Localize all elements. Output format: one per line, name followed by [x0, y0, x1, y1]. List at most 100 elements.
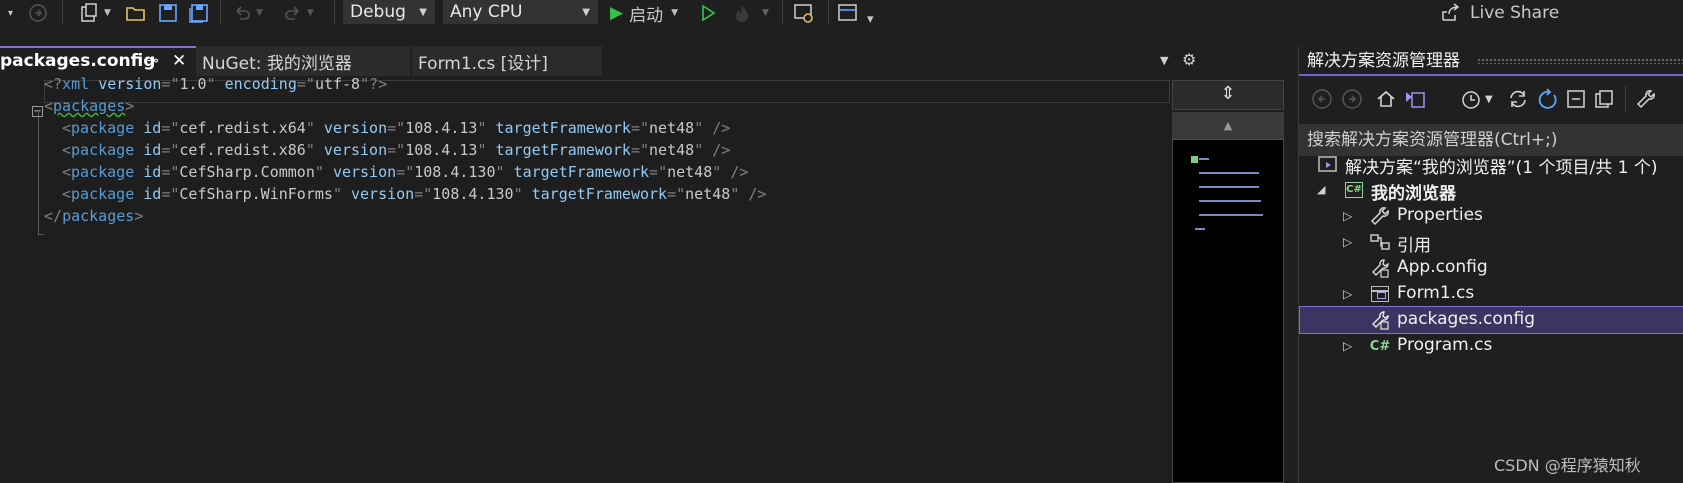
minimap-line: [1199, 200, 1261, 202]
tab-label: packages.config: [0, 51, 156, 71]
collapsed-arrow-icon[interactable]: ▷: [1343, 287, 1352, 301]
tree-item-label: 引用: [1397, 236, 1431, 256]
tree-item-label: Properties: [1397, 205, 1483, 225]
csharp-project-icon: C#: [1343, 179, 1365, 201]
solution-explorer-title[interactable]: 解决方案资源管理器: [1299, 46, 1683, 76]
solution-explorer-toolbar: ▼: [1299, 78, 1683, 122]
panel-splitter[interactable]: [1286, 46, 1298, 483]
refresh-icon[interactable]: [1537, 88, 1559, 116]
code-lines: <?xml version="1.0" encoding="utf-8"?> <…: [0, 75, 766, 364]
chevron-down-icon: ▼: [762, 8, 769, 18]
show-all-files-icon[interactable]: [1593, 88, 1615, 116]
code-line: <package id="cef.redist.x64" version="10…: [62, 119, 731, 137]
new-project-button[interactable]: ▼: [78, 0, 111, 26]
chevron-down-icon: ▼: [1160, 54, 1169, 67]
tab-settings-button[interactable]: ⚙: [1182, 50, 1196, 69]
undo-button[interactable]: ▼: [232, 0, 263, 26]
redo-button[interactable]: ▼: [283, 0, 314, 26]
start-label: 启动: [629, 5, 664, 26]
tab-label: NuGet: 我的浏览器: [202, 53, 352, 74]
search-placeholder: 搜索解决方案资源管理器(Ctrl+;): [1307, 130, 1558, 150]
toolbar-separator: [782, 0, 783, 24]
tab-list-dropdown[interactable]: ▼: [1160, 54, 1168, 67]
minimap-line: [1199, 172, 1259, 174]
references-icon: [1369, 231, 1391, 253]
back-icon[interactable]: [1311, 88, 1333, 116]
tree-item-program[interactable]: ▷ C# Program.cs: [1299, 332, 1683, 360]
chevron-down-icon: ▼: [671, 8, 678, 18]
switch-views-icon[interactable]: [1403, 88, 1427, 116]
start-without-debugging-button[interactable]: [699, 0, 717, 26]
tree-item-references[interactable]: ▷ 引用: [1299, 228, 1683, 256]
navigate-forward-button[interactable]: [28, 0, 48, 26]
tree-item-packages-config[interactable]: packages.config: [1299, 306, 1683, 334]
minimap-line: [1195, 228, 1205, 230]
forward-icon[interactable]: [1341, 88, 1363, 116]
minimap-line: [1199, 186, 1259, 188]
close-icon[interactable]: ✕: [172, 51, 186, 71]
tab-label: Form1.cs [设计]: [418, 53, 548, 74]
hot-reload-button[interactable]: ▼: [732, 0, 769, 26]
layout-button[interactable]: [837, 0, 859, 26]
tree-item-project[interactable]: ◢ C# 我的浏览器: [1299, 176, 1683, 204]
browser-link-button[interactable]: [793, 0, 815, 26]
tree-item-label: 我的浏览器: [1371, 184, 1456, 204]
save-button[interactable]: [158, 0, 178, 26]
tree-item-properties[interactable]: ▷ Properties: [1299, 202, 1683, 230]
collapsed-arrow-icon[interactable]: ▷: [1343, 339, 1352, 353]
toolbar-separator: [334, 0, 335, 24]
code-minimap[interactable]: [1172, 139, 1284, 483]
drag-grip: [1477, 58, 1683, 64]
tree-item-label: App.config: [1397, 257, 1488, 277]
arrow-up-icon: ▲: [1223, 119, 1233, 132]
form-icon: [1369, 283, 1391, 305]
collapsed-arrow-icon[interactable]: ▷: [1343, 235, 1352, 249]
outline-guide-end: [38, 234, 44, 235]
configuration-value: Debug: [350, 2, 406, 22]
split-handle-icon: ⇕: [1220, 83, 1236, 104]
tree-item-app-config[interactable]: App.config: [1299, 254, 1683, 282]
expanded-arrow-icon[interactable]: ◢: [1317, 183, 1325, 196]
start-debugging-button[interactable]: ▶ 启动 ▼: [610, 0, 678, 26]
main-toolbar: ▾ ▼ ▼ ▼ Debug ▼ Any CPU ▼ ▶ 启动 ▼ ▼ ▾ Liv…: [0, 0, 1683, 44]
tree-item-solution[interactable]: 解决方案“我的浏览器”(1 个项目/共 1 个): [1299, 150, 1683, 178]
pending-changes-filter-icon[interactable]: [1459, 88, 1483, 116]
toolbar-separator: [1625, 86, 1626, 112]
toolbar-options-dropdown[interactable]: ▾: [867, 6, 874, 32]
live-share-button[interactable]: Live Share: [1440, 0, 1559, 26]
tree-item-form1[interactable]: ▷ Form1.cs: [1299, 280, 1683, 308]
collapsed-arrow-icon[interactable]: ▷: [1343, 209, 1352, 223]
solution-configuration-combo[interactable]: Debug ▼: [343, 0, 435, 24]
pin-icon[interactable]: ⊸: [147, 53, 159, 69]
properties-wrench-icon[interactable]: [1635, 88, 1657, 116]
sync-icon[interactable]: [1507, 88, 1529, 116]
open-folder-icon: [126, 7, 145, 21]
split-editor-button[interactable]: ⇕: [1172, 80, 1284, 110]
collapse-all-icon[interactable]: [1565, 88, 1587, 116]
solution-platform-combo[interactable]: Any CPU ▼: [443, 0, 598, 24]
toolbar-separator: [828, 0, 829, 24]
home-icon[interactable]: [1375, 88, 1397, 116]
chevron-down-icon[interactable]: ▼: [1485, 94, 1493, 105]
chevron-down-icon: ▾: [867, 11, 874, 27]
wrench-icon: [1369, 205, 1391, 227]
gear-icon: ⚙: [1182, 50, 1197, 69]
chevron-down-icon: ▼: [307, 8, 314, 18]
code-line: <package id="CefSharp.Common" version="1…: [62, 163, 749, 181]
new-item-icon: [81, 3, 97, 22]
platform-value: Any CPU: [450, 2, 523, 22]
share-icon: [1442, 3, 1460, 21]
toolbar-separator: [220, 0, 221, 24]
toolbar-overflow-dropdown[interactable]: ▾: [8, 0, 13, 26]
code-line: <packages>: [44, 97, 135, 115]
scroll-up-button[interactable]: ▲: [1172, 112, 1284, 139]
code-editor[interactable]: − <?xml version="1.0" encoding="utf-8"?>…: [0, 75, 1172, 483]
layout-icon: [838, 4, 857, 21]
code-line: <package id="cef.redist.x86" version="10…: [62, 141, 731, 159]
tab-form1-design[interactable]: Form1.cs [设计]: [412, 46, 602, 76]
open-file-button[interactable]: [125, 0, 147, 26]
flame-icon: [736, 5, 748, 22]
minimap-marker: [1191, 156, 1198, 163]
save-all-button[interactable]: [188, 0, 210, 26]
config-file-icon: [1369, 257, 1391, 279]
